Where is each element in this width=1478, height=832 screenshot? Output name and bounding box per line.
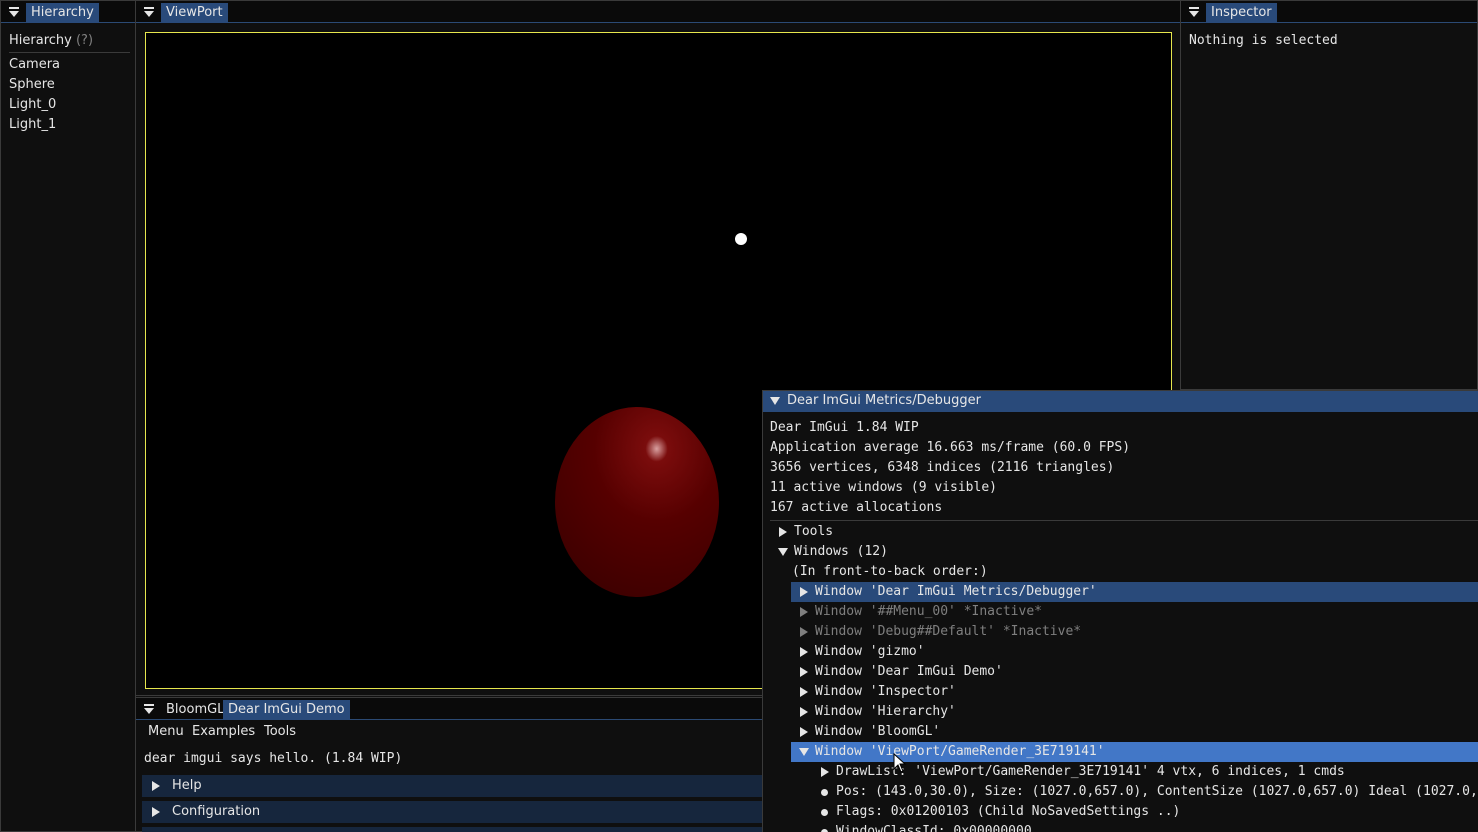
hierarchy-heading-text: Hierarchy (9, 33, 72, 48)
window-item-menu[interactable]: Window '##Menu_00' *Inactive* (815, 602, 1042, 622)
stat-vertices: 3656 vertices, 6348 indices (2116 triang… (770, 460, 1115, 475)
menu-item-menu[interactable]: Menu (148, 722, 184, 742)
bullet-icon (821, 809, 828, 816)
collapsed-arrow-icon (152, 781, 160, 791)
collapsed-arrow-icon (800, 647, 808, 657)
hierarchy-titlebar: Hierarchy (1, 1, 135, 23)
order-note: (In front-to-back order:) (792, 564, 988, 579)
hierarchy-item-camera[interactable]: Camera (9, 55, 60, 75)
collapsed-arrow-icon (800, 667, 808, 677)
expanded-arrow-icon (778, 548, 788, 556)
detail-pos-size: Pos: (143.0,30.0), Size: (1027.0,657.0),… (836, 784, 1478, 799)
collapsed-arrow-icon (800, 587, 808, 597)
tree-node-windows-label: Windows (12) (794, 544, 888, 559)
metrics-title: Dear ImGui Metrics/Debugger (787, 393, 981, 408)
header-partial[interactable] (142, 827, 764, 832)
window-item-gizmo[interactable]: Window 'gizmo' (815, 642, 925, 662)
collapse-triangle-icon[interactable] (1187, 5, 1201, 19)
collapsed-arrow-icon (800, 607, 808, 617)
collapse-arrow-icon[interactable] (770, 397, 780, 405)
bullet-icon (821, 789, 828, 796)
detail-drawlist[interactable]: DrawList: 'ViewPort/GameRender_3E719141'… (836, 762, 1345, 782)
collapsed-arrow-icon (800, 727, 808, 737)
window-item-hierarchy[interactable]: Window 'Hierarchy' (815, 702, 956, 722)
stat-version: Dear ImGui 1.84 WIP (770, 420, 919, 435)
collapsed-arrow-icon (800, 627, 808, 637)
metrics-titlebar[interactable]: Dear ImGui Metrics/Debugger (763, 391, 1478, 412)
stat-frame-time: Application average 16.663 ms/frame (60.… (770, 440, 1131, 455)
header-configuration-label: Configuration (172, 804, 261, 819)
stat-active-windows: 11 active windows (9 visible) (770, 480, 997, 495)
collapse-triangle-icon[interactable] (7, 5, 21, 19)
window-item-inspector[interactable]: Window 'Inspector' (815, 682, 956, 702)
hierarchy-item-light-1[interactable]: Light_1 (9, 115, 56, 135)
detail-flags: Flags: 0x01200103 (Child NoSavedSettings… (836, 804, 1181, 819)
collapsed-arrow-icon (800, 687, 808, 697)
inspector-empty-message: Nothing is selected (1189, 33, 1338, 48)
hierarchy-item-light-0[interactable]: Light_0 (9, 95, 56, 115)
bottom-titlebar: BloomGL Dear ImGui Demo (136, 698, 762, 720)
viewport-titlebar: ViewPort (136, 1, 1180, 23)
sphere-object[interactable] (555, 407, 719, 597)
collapsed-arrow-icon (821, 767, 829, 777)
divider (9, 52, 130, 53)
tab-viewport[interactable]: ViewPort (161, 3, 228, 23)
collapse-triangle-icon[interactable] (142, 5, 156, 19)
header-help[interactable]: Help (142, 775, 764, 797)
header-help-label: Help (172, 778, 202, 793)
demo-hello-text: dear imgui says hello. (1.84 WIP) (144, 751, 403, 766)
expanded-arrow-icon (799, 748, 809, 756)
header-configuration[interactable]: Configuration (142, 801, 764, 823)
tree-node-tools-label: Tools (794, 524, 834, 539)
collapse-triangle-icon[interactable] (142, 702, 156, 716)
tab-imgui-demo[interactable]: Dear ImGui Demo (223, 700, 350, 720)
tab-bloomgl[interactable]: BloomGL (161, 700, 229, 720)
metrics-debugger-window: Dear ImGui Metrics/Debugger Dear ImGui 1… (762, 390, 1478, 832)
inspector-titlebar: Inspector (1181, 1, 1477, 23)
hierarchy-panel: Hierarchy Hierarchy (?) Camera Sphere Li… (0, 0, 136, 832)
window-item-demo[interactable]: Window 'Dear ImGui Demo' (815, 662, 1003, 682)
bottom-dock-panel: BloomGL Dear ImGui Demo Menu Examples To… (135, 697, 764, 832)
window-item-viewport-render[interactable]: Window 'ViewPort/GameRender_3E719141' (815, 742, 1105, 762)
window-item-debug[interactable]: Window 'Debug##Default' *Inactive* (815, 622, 1081, 642)
stat-allocations: 167 active allocations (770, 500, 943, 515)
hierarchy-item-sphere[interactable]: Sphere (9, 75, 55, 95)
window-item-bloomgl[interactable]: Window 'BloomGL' (815, 722, 940, 742)
collapsed-arrow-icon (779, 527, 787, 537)
collapsed-arrow-icon (152, 807, 160, 817)
collapsed-arrow-icon (800, 707, 808, 717)
detail-window-class: WindowClassId: 0x00000000 (836, 824, 1032, 832)
tab-inspector[interactable]: Inspector (1206, 3, 1277, 23)
tab-hierarchy[interactable]: Hierarchy (26, 3, 99, 23)
menu-item-tools[interactable]: Tools (264, 722, 296, 742)
divider (770, 520, 1478, 521)
hierarchy-heading: Hierarchy (?) (9, 31, 93, 51)
light-gizmo-icon[interactable] (735, 233, 747, 245)
help-marker[interactable]: (?) (76, 33, 93, 48)
menu-item-examples[interactable]: Examples (192, 722, 255, 742)
mouse-cursor-icon (893, 753, 907, 773)
inspector-panel: Inspector Nothing is selected (1180, 0, 1478, 390)
window-item-metrics[interactable]: Window 'Dear ImGui Metrics/Debugger' (815, 582, 1097, 602)
